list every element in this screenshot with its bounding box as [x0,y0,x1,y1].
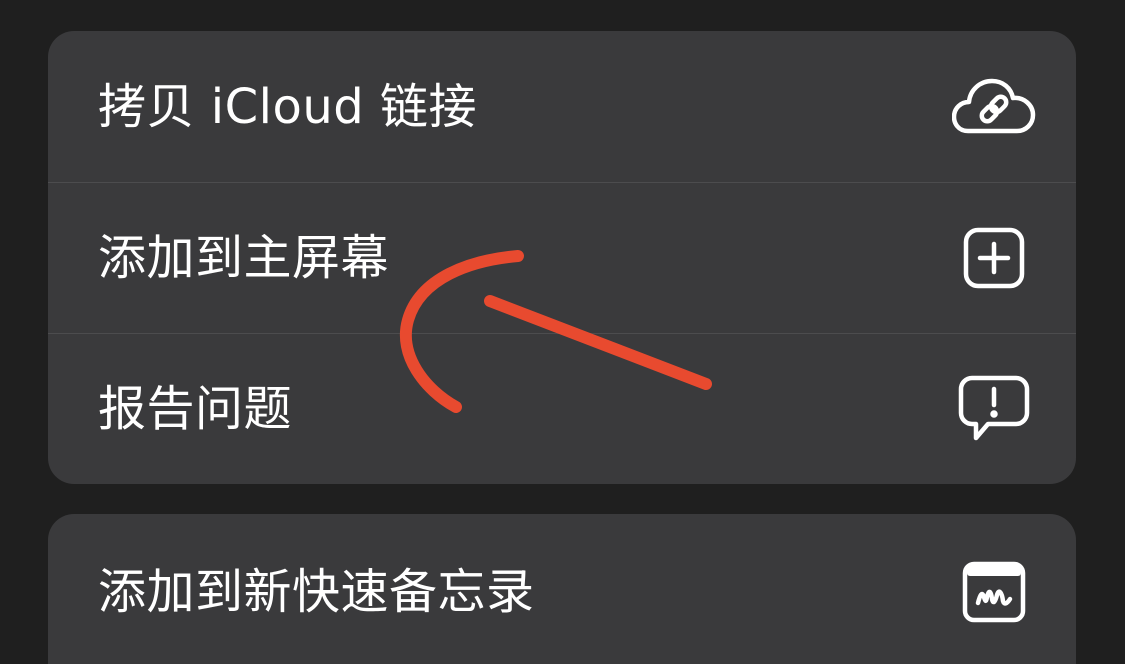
menu-item-add-to-quick-note[interactable]: 添加到新快速备忘录 [48,514,1076,664]
menu-group-secondary: 添加到新快速备忘录 [48,514,1076,664]
icloud-link-icon [952,65,1036,149]
add-square-icon [952,216,1036,300]
menu-item-label: 报告问题 [98,381,293,437]
menu-item-label: 添加到主屏幕 [98,230,390,286]
share-sheet-screen: 拷贝 iCloud 链接 添加到主屏幕 报告问题 添加到新快速备忘录 [0,0,1125,664]
exclamation-bubble-icon [952,367,1036,451]
menu-group-primary: 拷贝 iCloud 链接 添加到主屏幕 报告问题 [48,31,1076,484]
quick-note-icon [952,550,1036,634]
menu-item-label: 添加到新快速备忘录 [98,563,535,620]
menu-item-copy-icloud-link[interactable]: 拷贝 iCloud 链接 [48,31,1076,182]
menu-item-report-problem[interactable]: 报告问题 [48,333,1076,484]
menu-item-label: 拷贝 iCloud 链接 [98,78,477,135]
menu-item-add-to-home-screen[interactable]: 添加到主屏幕 [48,182,1076,333]
